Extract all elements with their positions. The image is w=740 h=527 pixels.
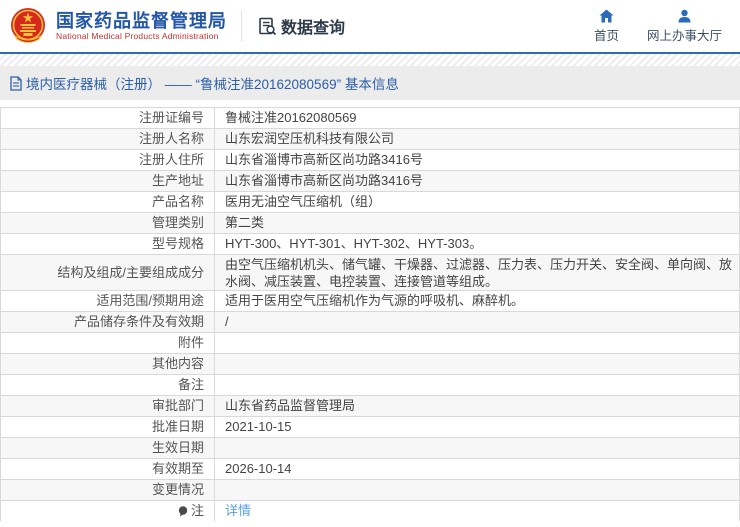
- row-value: 2026-10-14: [214, 459, 739, 479]
- row-label: 生产地址: [151, 173, 204, 188]
- table-row: 管理类别 第二类: [1, 212, 739, 233]
- row-label-note: 注: [1, 501, 214, 521]
- row-label: 批准日期: [151, 419, 204, 434]
- row-value: [214, 480, 739, 500]
- document-search-icon: [259, 17, 277, 35]
- row-value: [214, 438, 739, 458]
- table-row: 生产地址 山东省淄博市高新区尚功路3416号: [1, 170, 739, 191]
- row-label: 注册人住所: [138, 152, 204, 167]
- person-icon: [678, 9, 691, 22]
- nav-online-service-hall[interactable]: 网上办事大厅: [647, 9, 722, 44]
- detail-link[interactable]: 详情: [225, 501, 251, 521]
- page-header: 国家药品监督管理局 National Medical Products Admi…: [0, 0, 740, 54]
- row-label: 适用范围/预期用途: [96, 293, 204, 308]
- stripe-band: [0, 54, 740, 66]
- row-label: 其他内容: [151, 356, 204, 371]
- table-row: 其他内容: [1, 353, 739, 374]
- national-emblem-logo: [11, 8, 45, 43]
- agency-name-en: National Medical Products Administration: [56, 30, 219, 41]
- spacer: [0, 100, 740, 107]
- table-row: 结构及组成/主要组成成分 由空气压缩机机头、储气罐、干燥器、过滤器、压力表、压力开…: [1, 254, 739, 290]
- data-query-label: 数据查询: [281, 20, 346, 37]
- row-label: 产品名称: [151, 194, 204, 209]
- row-value: 医用无油空气压缩机（组）: [214, 192, 739, 212]
- header-divider: [241, 11, 242, 41]
- row-label: 备注: [177, 377, 204, 392]
- row-value: 鲁械注准20162080569: [214, 108, 739, 128]
- row-value: /: [214, 312, 739, 332]
- row-label: 产品储存条件及有效期: [73, 314, 204, 329]
- nav-home[interactable]: 首页: [594, 9, 619, 44]
- row-value: [214, 375, 739, 395]
- table-row: 审批部门 山东省药品监督管理局: [1, 395, 739, 416]
- row-value: 第二类: [214, 213, 739, 233]
- table-row: 有效期至 2026-10-14: [1, 458, 739, 479]
- registration-info-table: 注册证编号 鲁械注准20162080569 注册人名称 山东宏润空压机科技有限公司 …: [0, 107, 740, 521]
- row-label: 管理类别: [151, 215, 204, 230]
- row-label: 有效期至: [151, 461, 204, 476]
- table-row: 注册人名称 山东宏润空压机科技有限公司: [1, 128, 739, 149]
- table-row: 批准日期 2021-10-15: [1, 416, 739, 437]
- page-doc-icon: [10, 75, 22, 91]
- row-value: 山东省淄博市高新区尚功路3416号: [214, 150, 739, 170]
- row-label: 审批部门: [151, 398, 204, 413]
- row-value: 2021-10-15: [214, 417, 739, 437]
- row-label: 型号规格: [151, 236, 204, 251]
- home-icon: [599, 9, 614, 22]
- table-row: 生效日期: [1, 437, 739, 458]
- comment-icon: [178, 505, 188, 517]
- row-value: 山东省药品监督管理局: [214, 396, 739, 416]
- row-label: 结构及组成/主要组成成分: [57, 264, 204, 280]
- row-value: [214, 333, 739, 353]
- row-label: 注册证编号: [138, 110, 204, 125]
- agency-name-cn: 国家药品监督管理局: [56, 10, 227, 31]
- breadcrumb-bar: 境内医疗器械（注册） —— “鲁械注准20162080569” 基本信息: [0, 66, 740, 100]
- table-row: 注册人住所 山东省淄博市高新区尚功路3416号: [1, 149, 739, 170]
- top-nav: 首页 网上办事大厅: [594, 9, 722, 44]
- table-row: 型号规格 HYT-300、HYT-301、HYT-302、HYT-303。: [1, 233, 739, 254]
- row-label: 注册人名称: [138, 131, 204, 146]
- table-row: 产品储存条件及有效期 /: [1, 311, 739, 332]
- row-value: 由空气压缩机机头、储气罐、干燥器、过滤器、压力表、压力开关、安全阀、单向阀、放水…: [214, 255, 739, 290]
- row-label: 生效日期: [151, 440, 204, 455]
- table-row: 变更情况: [1, 479, 739, 500]
- nav-hall-label: 网上办事大厅: [646, 28, 722, 43]
- breadcrumb: 境内医疗器械（注册） —— “鲁械注准20162080569” 基本信息: [26, 77, 399, 92]
- row-value: 适用于医用空气压缩机作为气源的呼吸机、麻醉机。: [214, 291, 739, 311]
- row-value: 山东宏润空压机科技有限公司: [214, 129, 739, 149]
- row-label: 附件: [177, 335, 204, 350]
- row-value: 山东省淄博市高新区尚功路3416号: [214, 171, 739, 191]
- table-row-note: 注 详情: [1, 500, 739, 521]
- table-row: 产品名称 医用无油空气压缩机（组）: [1, 191, 739, 212]
- table-row: 附件: [1, 332, 739, 353]
- row-value: HYT-300、HYT-301、HYT-302、HYT-303。: [214, 234, 739, 254]
- table-row: 注册证编号 鲁械注准20162080569: [1, 107, 739, 128]
- table-row: 适用范围/预期用途 适用于医用空气压缩机作为气源的呼吸机、麻醉机。: [1, 290, 739, 311]
- data-query-heading: 数据查询: [258, 14, 345, 38]
- nav-home-label: 首页: [593, 28, 619, 43]
- table-row: 备注: [1, 374, 739, 395]
- row-label: 变更情况: [151, 482, 204, 497]
- agency-brand: 国家药品监督管理局 National Medical Products Admi…: [56, 11, 227, 42]
- row-value: [214, 354, 739, 374]
